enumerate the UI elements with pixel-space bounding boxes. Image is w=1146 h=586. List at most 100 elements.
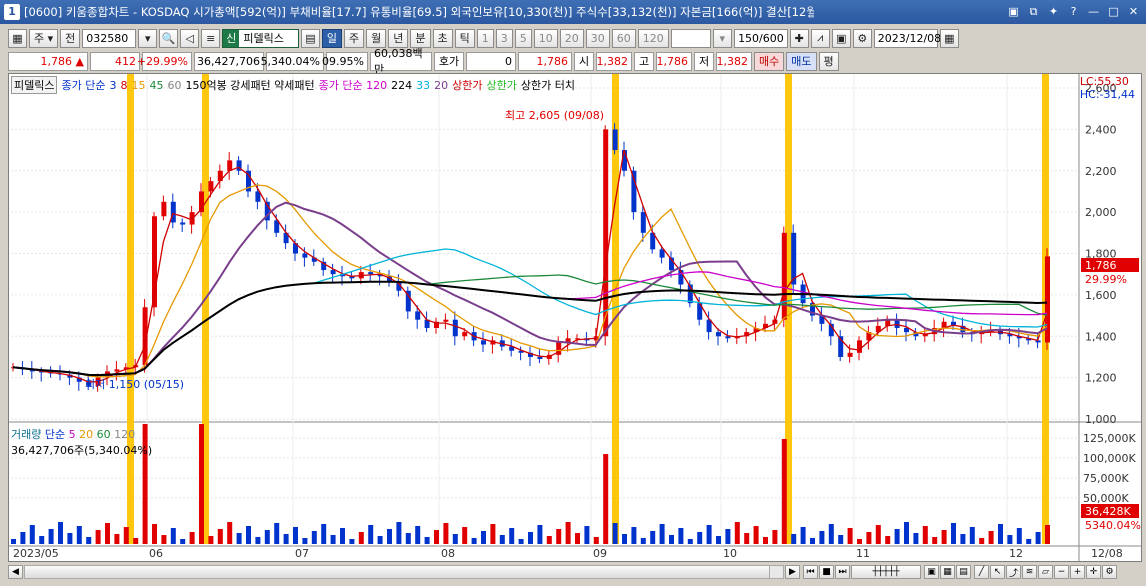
- last-volume-label: 36,428K: [1085, 505, 1131, 518]
- chart-type-icon[interactable]: ⩘: [810, 28, 830, 48]
- grid-icon[interactable]: ▦: [8, 28, 27, 48]
- code-input[interactable]: 032580: [82, 28, 137, 48]
- volume-bar: [640, 538, 646, 544]
- zoom-slider[interactable]: ┼┼┼┼┼: [851, 565, 921, 579]
- time-tick-label: 10: [723, 547, 737, 560]
- fib-icon[interactable]: ≋: [1022, 565, 1037, 579]
- count-field[interactable]: 150/600: [733, 28, 788, 48]
- stock-name: 피델릭스: [243, 32, 284, 45]
- hoga-value: 0: [466, 51, 516, 71]
- arrow-icon[interactable]: ↖: [990, 565, 1005, 579]
- scroll-thumb[interactable]: [25, 566, 770, 578]
- pin-icon[interactable]: ✦: [1045, 3, 1062, 20]
- custom-interval-input[interactable]: [670, 28, 711, 48]
- list-icon[interactable]: ≡: [201, 28, 221, 48]
- volume-bar: [39, 536, 45, 544]
- chart-scrollbar[interactable]: ◀ ▶ ⏮ ■ ⏭ ┼┼┼┼┼ ▣ ▦ ▤ ╱ ↖ ⤴ ≋ ▱ − + ✛ ⚙: [8, 563, 1142, 580]
- screenshot-icon[interactable]: ▣: [924, 565, 939, 579]
- volume-tick-label: 100,000K: [1083, 452, 1136, 465]
- price-chart-svg[interactable]: 2,6002,4002,2002,0001,8001,6001,4001,200…: [9, 74, 1141, 561]
- help-icon[interactable]: ?: [1065, 3, 1082, 20]
- zoom-in-icon[interactable]: +: [1070, 565, 1085, 579]
- volume-bar: [114, 534, 120, 544]
- draw-line-icon[interactable]: ╱: [974, 565, 989, 579]
- volume-bar: [1035, 532, 1041, 544]
- volume-bar: [311, 531, 317, 544]
- restore-icon[interactable]: ⧉: [1025, 3, 1042, 20]
- search-icon[interactable]: 🔍: [159, 28, 179, 48]
- channel-icon[interactable]: ▱: [1038, 565, 1053, 579]
- volume-bar: [941, 530, 947, 544]
- chart-area[interactable]: 2,600 2,400 2,200 2,000 1,800 1,600 1,400 1,200…: [8, 73, 1142, 562]
- save-icon[interactable]: ▣: [831, 28, 851, 48]
- period-day-tab[interactable]: 일: [321, 28, 343, 48]
- speaker-icon[interactable]: ◁: [180, 28, 200, 48]
- volume-bar: [133, 538, 139, 544]
- info-icon[interactable]: ▤: [300, 28, 320, 48]
- price-legend: 피델릭스 종가 단순 3 8 15 45 60 150억봉 강세패턴 약세패턴 …: [11, 76, 575, 94]
- lc-value: LC:55,30: [1079, 75, 1129, 88]
- buy-button[interactable]: 매수: [754, 51, 785, 71]
- type-select[interactable]: 주 ▾: [29, 28, 59, 48]
- volume-bar: [481, 531, 486, 544]
- close-icon[interactable]: ✕: [1125, 3, 1142, 20]
- settings-icon[interactable]: ⚙: [852, 28, 872, 48]
- calendar-icon[interactable]: ▦: [939, 28, 959, 48]
- volume-ma-20: 20: [79, 428, 94, 441]
- volume-bar: [716, 536, 721, 544]
- crosshair-icon[interactable]: ✚: [789, 28, 809, 48]
- volume-ma-120: 120: [114, 428, 136, 441]
- stock-name-field[interactable]: 신 피델릭스: [222, 28, 299, 48]
- interval-5[interactable]: 5: [514, 28, 532, 48]
- candle-body: [368, 272, 374, 275]
- minimize-icon[interactable]: —: [1085, 3, 1102, 20]
- first-icon[interactable]: ⏮: [803, 565, 818, 579]
- period-second-tab[interactable]: 초: [432, 28, 453, 48]
- crosshair-toggle-icon[interactable]: ✛: [1086, 565, 1101, 579]
- interval-20[interactable]: 20: [559, 28, 584, 48]
- maximize-icon[interactable]: □: [1105, 3, 1122, 20]
- last-icon[interactable]: ⏭: [835, 565, 850, 579]
- volume-bar: [847, 528, 853, 544]
- interval-30[interactable]: 30: [585, 28, 610, 48]
- scroll-left-icon[interactable]: ◀: [8, 565, 23, 579]
- sell-button[interactable]: 매도: [786, 51, 817, 71]
- scroll-track[interactable]: [24, 565, 784, 579]
- candle-body: [180, 222, 186, 225]
- price-tick-label: 2,200: [1085, 165, 1117, 178]
- zoom-out-icon[interactable]: −: [1054, 565, 1069, 579]
- scroll-right-icon[interactable]: ▶: [785, 565, 800, 579]
- period-week-tab[interactable]: 주: [344, 28, 365, 48]
- interval-60[interactable]: 60: [611, 28, 636, 48]
- volume-bar: [575, 533, 580, 544]
- candle-body: [227, 160, 233, 171]
- volume-bar: [29, 525, 35, 544]
- open-label: 시: [574, 51, 594, 71]
- config-icon[interactable]: ⚙: [1102, 565, 1117, 579]
- volume-bar: [499, 535, 505, 544]
- quote-bar: 1,786 ▲ 412 +29.99% 36,427,706 5,340.04%…: [8, 47, 839, 76]
- legend-stock-name[interactable]: 피델릭스: [11, 76, 58, 94]
- interval-120[interactable]: 120: [637, 28, 669, 48]
- interval-1[interactable]: 1: [476, 28, 494, 48]
- volume-bar: [1045, 525, 1050, 544]
- grid-toggle-icon[interactable]: ▤: [956, 565, 971, 579]
- code-dropdown-icon[interactable]: ▾: [138, 28, 158, 48]
- candle-body: [302, 253, 308, 258]
- date-field[interactable]: 2023/12/08: [873, 28, 941, 48]
- volume-bar: [678, 528, 684, 544]
- layout-icon[interactable]: ▦: [940, 565, 955, 579]
- interval-3[interactable]: 3: [495, 28, 513, 48]
- legend-upper-limit: 상한가: [452, 79, 483, 92]
- link-icon[interactable]: ▣: [1005, 3, 1022, 20]
- price-tick-label: 1,400: [1085, 330, 1117, 343]
- eval-button[interactable]: 평: [818, 51, 839, 71]
- trend-icon[interactable]: ⤴: [1006, 565, 1021, 579]
- prev-button[interactable]: 전: [60, 28, 81, 48]
- volume-bar: [725, 529, 731, 544]
- volume-bar: [86, 537, 92, 544]
- period-tick-tab[interactable]: 틱: [454, 28, 475, 48]
- interval-10[interactable]: 10: [533, 28, 558, 48]
- stop-icon[interactable]: ■: [819, 565, 834, 579]
- interval-dropdown-icon[interactable]: ▾: [712, 28, 732, 48]
